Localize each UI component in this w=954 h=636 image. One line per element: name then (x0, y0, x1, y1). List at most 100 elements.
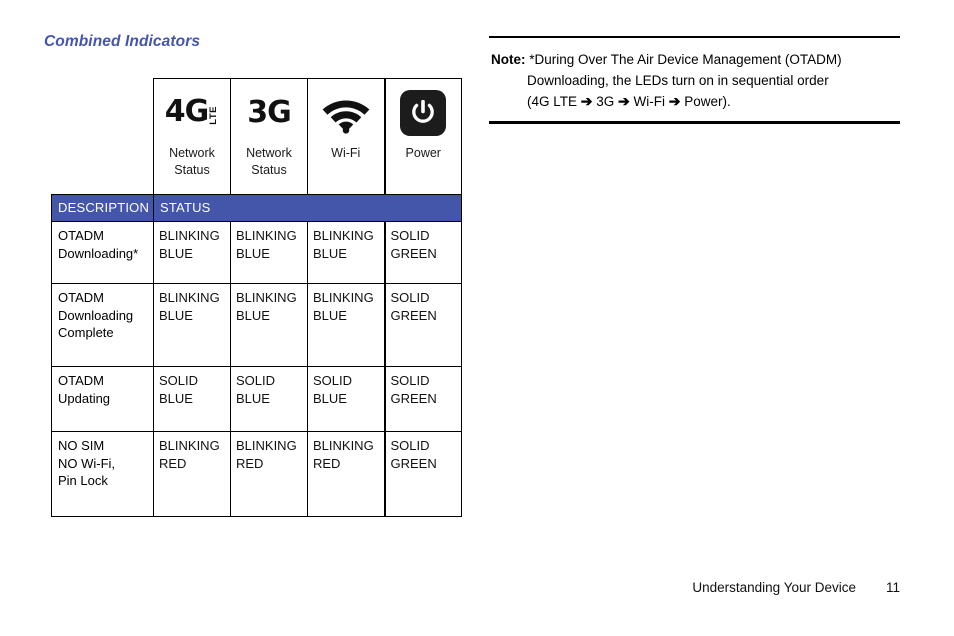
power-icon (386, 79, 462, 145)
icon-header-row: 4G LTE Network Status 3G Network Status (51, 78, 462, 195)
row-description-line: NO Wi-Fi, (58, 455, 116, 471)
status-line: SOLID (390, 290, 430, 305)
row-status-power: SOLID GREEN (383, 283, 462, 367)
footer-chapter-title: Understanding Your Device (692, 580, 856, 595)
row-description: OTADM Downloading* (51, 221, 154, 284)
status-line: BLUE (236, 307, 270, 323)
row-description: OTADM Downloading Complete (51, 283, 154, 367)
status-line: BLINKING (159, 438, 220, 453)
row-status-wifi: BLINKING BLUE (307, 283, 385, 367)
wifi-icon (308, 79, 384, 145)
arrow-right-icon: ➔ (668, 93, 681, 109)
header-caption-line1: Network (246, 146, 292, 160)
row-status-3g: BLINKING BLUE (230, 221, 308, 284)
header-caption-power: Power (386, 145, 462, 162)
table-row: NO SIM NO Wi-Fi, Pin Lock BLINKING RED B… (51, 431, 462, 517)
row-status-3g: SOLID BLUE (230, 366, 308, 432)
header-cell-wifi: Wi-Fi (307, 78, 385, 195)
row-description: NO SIM NO Wi-Fi, Pin Lock (51, 431, 154, 517)
status-line: SOLID (390, 438, 430, 453)
status-line: BLUE (159, 390, 193, 406)
4g-lte-icon-sub: LTE (208, 106, 220, 125)
status-line: RED (159, 455, 187, 471)
power-icon-svg (412, 100, 435, 123)
status-line: BLUE (313, 307, 347, 323)
4g-lte-icon: 4G LTE (154, 79, 230, 145)
row-description-line: Downloading (58, 307, 134, 323)
row-description-line: OTADM (58, 290, 104, 305)
row-status-4g-lte: BLINKING BLUE (153, 221, 231, 284)
status-line: RED (236, 455, 264, 471)
status-line: BLUE (236, 245, 270, 261)
row-status-4g-lte: BLINKING BLUE (153, 283, 231, 367)
row-description-line: Pin Lock (58, 473, 108, 488)
header-cell-3g: 3G Network Status (230, 78, 308, 195)
combined-indicators-table: 4G LTE Network Status 3G Network Status (51, 78, 462, 517)
header-caption-line2: Status (251, 163, 287, 177)
note-line-3-suffix: Power). (680, 94, 731, 109)
table-band-row: DESCRIPTION STATUS (51, 194, 462, 222)
arrow-right-icon: ➔ (618, 93, 630, 109)
header-caption-line1: Wi-Fi (331, 146, 361, 160)
header-caption-line2: Status (174, 163, 210, 177)
note-line-2: Downloading, the LEDs turn on in sequent… (527, 73, 829, 88)
page-title: Combined Indicators (44, 33, 201, 50)
row-description-line: Complete (58, 325, 114, 340)
status-line: SOLID (313, 373, 353, 388)
status-line: SOLID (236, 373, 276, 388)
row-status-wifi: SOLID BLUE (307, 366, 385, 432)
row-description-line: OTADM (58, 228, 104, 243)
row-description-line: Downloading* (58, 245, 139, 261)
table-row: OTADM Downloading Complete BLINKING BLUE… (51, 283, 462, 367)
row-status-3g: BLINKING BLUE (230, 283, 308, 367)
status-line: GREEN (390, 455, 437, 471)
status-line: BLINKING (159, 290, 220, 305)
note-body: Note: *During Over The Air Device Manage… (489, 38, 900, 115)
status-line: BLUE (313, 390, 347, 406)
status-line: BLUE (313, 245, 347, 261)
status-line: BLINKING (313, 438, 374, 453)
row-status-power: SOLID GREEN (383, 221, 462, 284)
note-line-3-b: Wi-Fi (629, 94, 669, 109)
header-caption-4g-lte: Network Status (154, 145, 230, 179)
status-line: BLINKING (159, 228, 220, 243)
header-spacer-cell (51, 78, 154, 195)
header-cell-power: Power (383, 78, 462, 195)
status-line: SOLID (390, 228, 430, 243)
row-description-line: Updating (58, 390, 111, 406)
table-row: OTADM Updating SOLID BLUE SOLID BLUE SOL… (51, 366, 462, 432)
status-line: GREEN (390, 245, 437, 261)
column-header-description: DESCRIPTION (51, 194, 154, 222)
wifi-icon-svg (322, 100, 370, 134)
status-line: GREEN (390, 390, 437, 406)
row-status-wifi: BLINKING BLUE (307, 221, 385, 284)
row-status-3g: BLINKING RED (230, 431, 308, 517)
3g-icon: 3G (231, 79, 307, 145)
arrow-right-icon: ➔ (580, 93, 593, 109)
status-line: BLINKING (236, 228, 297, 243)
footer-page-number: 11 (885, 580, 900, 595)
note-first-line-wrap: Note: *During Over The Air Device Manage… (491, 49, 898, 70)
row-description: OTADM Updating (51, 366, 154, 432)
row-status-wifi: BLINKING RED (307, 431, 385, 517)
header-caption-3g: Network Status (231, 145, 307, 179)
row-description-line: NO SIM (58, 438, 105, 453)
status-line: BLINKING (313, 228, 374, 243)
status-line: SOLID (159, 373, 199, 388)
note-line-3-prefix: (4G LTE (527, 94, 581, 109)
4g-lte-icon-main: 4G (164, 94, 209, 129)
page-footer: Understanding Your Device 11 (0, 580, 954, 595)
status-line: BLINKING (313, 290, 374, 305)
note-line-3: (4G LTE ➔ 3G ➔ Wi-Fi ➔ Power). (491, 91, 898, 112)
note-callout: Note: *During Over The Air Device Manage… (489, 36, 900, 124)
note-line-3-a: 3G (592, 94, 619, 109)
status-line: BLINKING (236, 438, 297, 453)
note-line-1: *During Over The Air Device Management (… (529, 52, 842, 67)
row-status-power: SOLID GREEN (383, 431, 462, 517)
status-line: BLUE (159, 307, 193, 323)
header-caption-line1: Network (169, 146, 215, 160)
row-status-4g-lte: SOLID BLUE (153, 366, 231, 432)
status-line: BLUE (236, 390, 270, 406)
status-line: BLINKING (236, 290, 297, 305)
note-label: Note: (491, 52, 526, 67)
